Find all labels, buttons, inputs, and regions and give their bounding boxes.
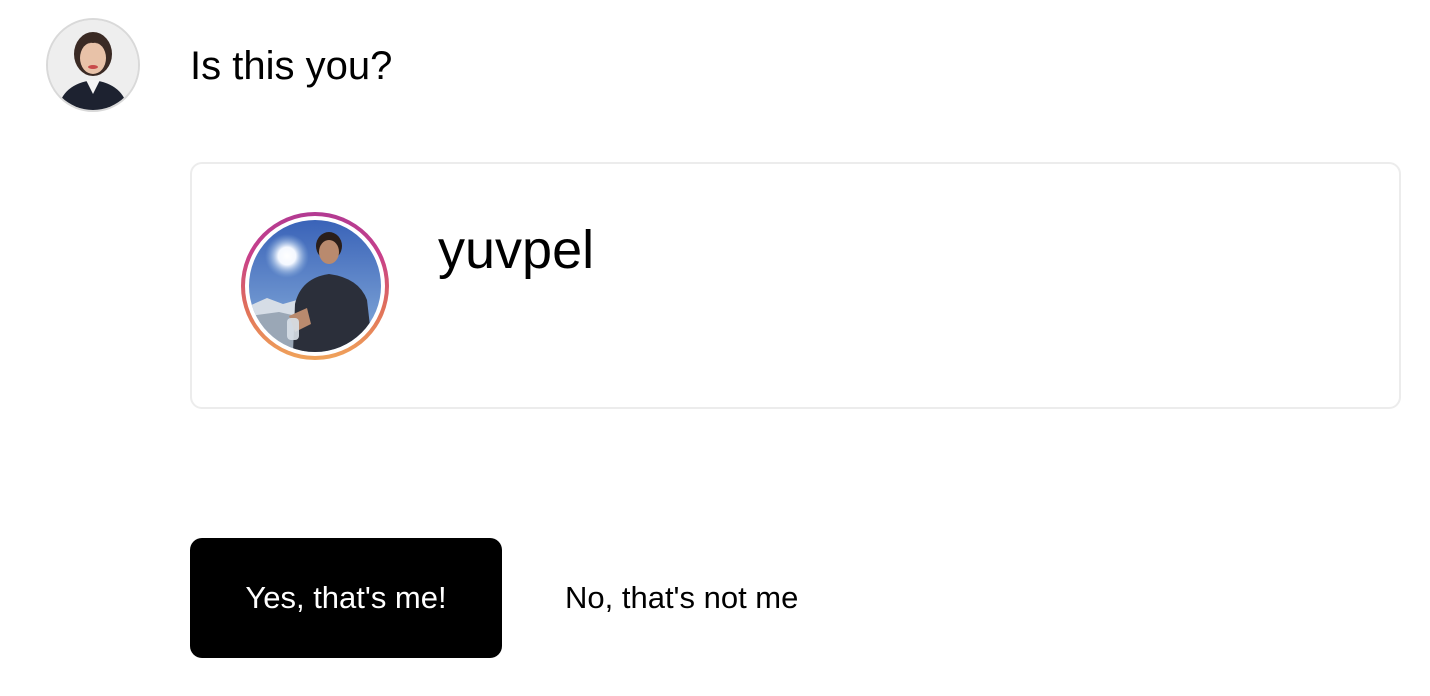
confirm-button[interactable]: Yes, that's me! [190, 538, 502, 658]
assistant-avatar [46, 18, 140, 112]
deny-button[interactable]: No, that's not me [565, 578, 798, 618]
woman-portrait-image [48, 20, 138, 110]
profile-avatar[interactable] [249, 220, 381, 352]
username: yuvpel [438, 220, 595, 280]
profile-card[interactable]: yuvpel [190, 162, 1401, 409]
man-outdoor-photo [249, 220, 381, 352]
story-ring[interactable] [241, 212, 389, 360]
question-heading: Is this you? [190, 44, 393, 88]
